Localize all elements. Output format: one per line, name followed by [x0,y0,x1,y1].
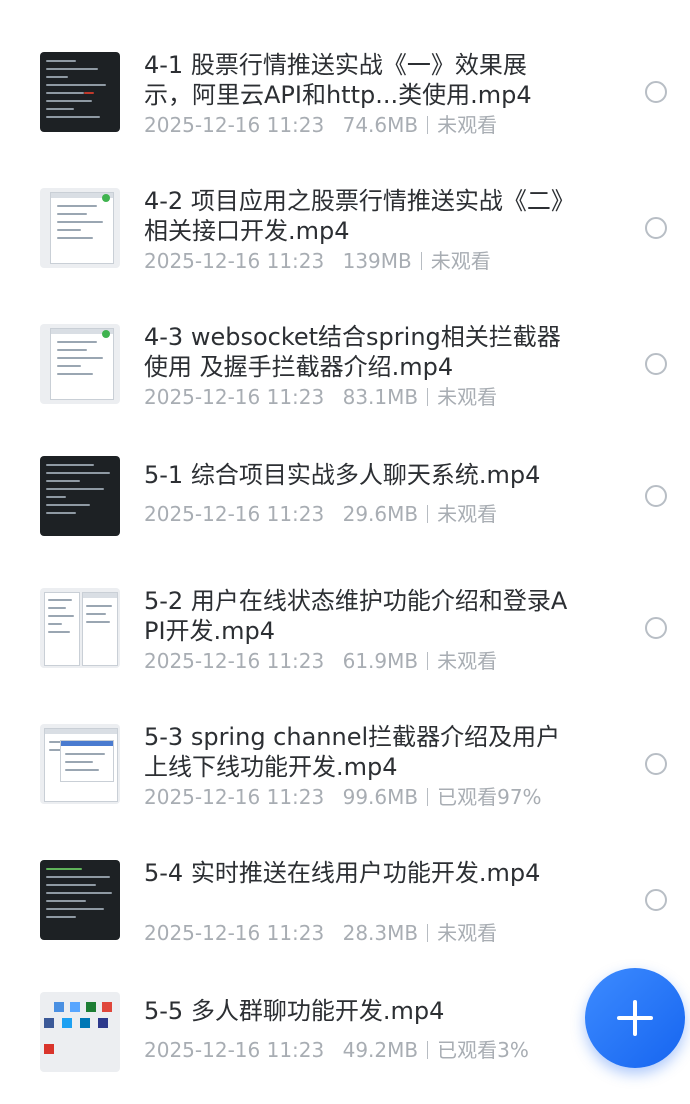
file-size: 29.6MB [342,502,419,526]
plus-icon [617,1000,653,1036]
file-title: 5-1 综合项目实战多人聊天系统.mp4 [144,461,541,489]
select-radio[interactable] [645,753,667,775]
file-meta: 2025-12-16 11:23 29.6MB 未观看 [144,501,497,527]
file-size: 99.6MB [342,785,419,809]
file-date: 2025-12-16 11:23 [144,249,325,273]
file-size: 28.3MB [342,921,419,945]
divider [427,788,429,806]
file-title: 5-4 实时推送在线用户功能开发.mp4 [144,859,541,887]
file-meta: 2025-12-16 11:23 99.6MB 已观看97% [144,784,542,810]
file-title: 4-2 项目应用之股票行情推送实战《二》相关接口开发.mp4 [144,187,563,245]
add-button[interactable] [585,968,685,1068]
file-size: 83.1MB [342,385,419,409]
file-meta: 2025-12-16 11:23 61.9MB 未观看 [144,648,497,674]
file-title: 4-1 股票行情推送实战《一》效果展示，阿里云API和http...类使用.mp… [144,51,532,109]
file-meta: 2025-12-16 11:23 28.3MB 未观看 [144,920,497,946]
divider [427,388,429,406]
list-item[interactable]: 4-1 股票行情推送实战《一》效果展示，阿里云API和http...类使用.mp… [0,24,690,160]
video-thumbnail [40,52,120,132]
file-date: 2025-12-16 11:23 [144,502,325,526]
list-item[interactable]: 5-1 综合项目实战多人聊天系统.mp4 2025-12-16 11:23 29… [0,432,690,568]
select-radio[interactable] [645,889,667,911]
divider [427,1041,429,1059]
list-item[interactable]: 5-3 spring channel拦截器介绍及用户上线下线功能开发.mp4 2… [0,696,690,832]
select-radio[interactable] [645,217,667,239]
watch-status: 未观看 [437,649,498,673]
select-radio[interactable] [645,617,667,639]
watch-status: 未观看 [437,113,498,137]
select-radio[interactable] [645,485,667,507]
divider [420,252,422,270]
file-meta: 2025-12-16 11:23 139MB 未观看 [144,248,491,274]
list-item[interactable]: 4-3 websocket结合spring相关拦截器使用 及握手拦截器介绍.mp… [0,296,690,432]
file-date: 2025-12-16 11:23 [144,385,325,409]
video-thumbnail [40,588,120,668]
file-date: 2025-12-16 11:23 [144,921,325,945]
file-date: 2025-12-16 11:23 [144,1038,325,1062]
file-size: 49.2MB [342,1038,419,1062]
file-title: 5-2 用户在线状态维护功能介绍和登录API开发.mp4 [144,587,568,645]
file-title: 4-3 websocket结合spring相关拦截器使用 及握手拦截器介绍.mp… [144,323,561,381]
watch-status: 未观看 [437,385,498,409]
video-thumbnail [40,188,120,268]
divider [427,924,429,942]
file-meta: 2025-12-16 11:23 83.1MB 未观看 [144,384,497,410]
file-list: 4-1 股票行情推送实战《一》效果展示，阿里云API和http...类使用.mp… [0,0,690,1090]
watch-status: 未观看 [430,249,491,273]
file-date: 2025-12-16 11:23 [144,649,325,673]
file-date: 2025-12-16 11:23 [144,785,325,809]
file-size: 61.9MB [342,649,419,673]
video-thumbnail [40,992,120,1072]
select-radio[interactable] [645,353,667,375]
watch-status: 已观看3% [437,1038,529,1062]
watch-status: 已观看97% [437,785,542,809]
video-thumbnail [40,456,120,536]
divider [427,505,429,523]
file-meta: 2025-12-16 11:23 74.6MB 未观看 [144,112,497,138]
list-item[interactable]: 5-5 多人群聊功能开发.mp4 2025-12-16 11:23 49.2MB… [0,968,690,1104]
file-date: 2025-12-16 11:23 [144,113,325,137]
video-thumbnail [40,724,120,804]
list-item[interactable]: 4-2 项目应用之股票行情推送实战《二》相关接口开发.mp4 2025-12-1… [0,160,690,296]
divider [427,116,429,134]
divider [427,652,429,670]
video-thumbnail [40,860,120,940]
file-size: 139MB [342,249,412,273]
watch-status: 未观看 [437,502,498,526]
file-meta: 2025-12-16 11:23 49.2MB 已观看3% [144,1037,529,1063]
file-title: 5-5 多人群聊功能开发.mp4 [144,997,445,1025]
list-item[interactable]: 5-4 实时推送在线用户功能开发.mp4 2025-12-16 11:23 28… [0,832,690,968]
watch-status: 未观看 [437,921,498,945]
video-thumbnail [40,324,120,404]
file-size: 74.6MB [342,113,419,137]
list-item[interactable]: 5-2 用户在线状态维护功能介绍和登录API开发.mp4 2025-12-16 … [0,560,690,696]
file-title: 5-3 spring channel拦截器介绍及用户上线下线功能开发.mp4 [144,723,561,781]
select-radio[interactable] [645,81,667,103]
